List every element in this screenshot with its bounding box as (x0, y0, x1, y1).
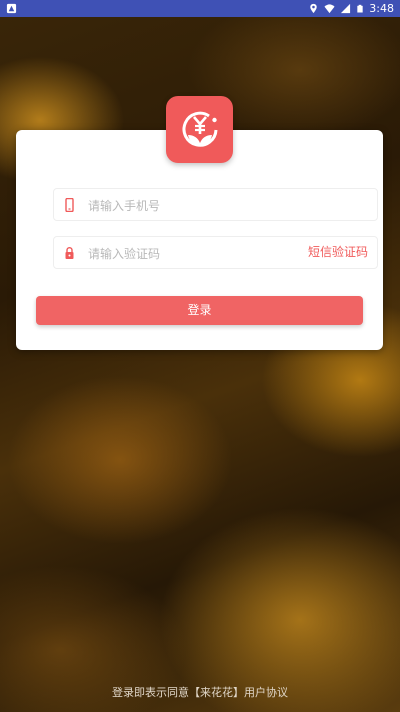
phone-field[interactable] (53, 188, 378, 222)
battery-icon (357, 4, 363, 13)
wifi-icon (324, 4, 335, 14)
status-time: 3:48 (369, 2, 394, 15)
notification-icon (6, 3, 17, 14)
status-bar: 3:48 (0, 0, 400, 17)
user-agreement-text[interactable]: 登录即表示同意【来花花】用户协议 (0, 684, 400, 700)
verification-code-input[interactable] (86, 237, 290, 270)
lock-icon (65, 247, 74, 259)
location-icon (310, 3, 318, 14)
phone-input[interactable] (86, 189, 310, 222)
sms-code-button[interactable]: 短信验证码 (308, 237, 368, 268)
signal-icon (341, 3, 351, 14)
app-logo (166, 96, 233, 163)
verification-code-field[interactable]: 短信验证码 (53, 236, 378, 270)
yuan-flower-logo-icon (182, 111, 217, 147)
phone-icon (65, 198, 74, 212)
login-button[interactable]: 登录 (36, 296, 363, 325)
